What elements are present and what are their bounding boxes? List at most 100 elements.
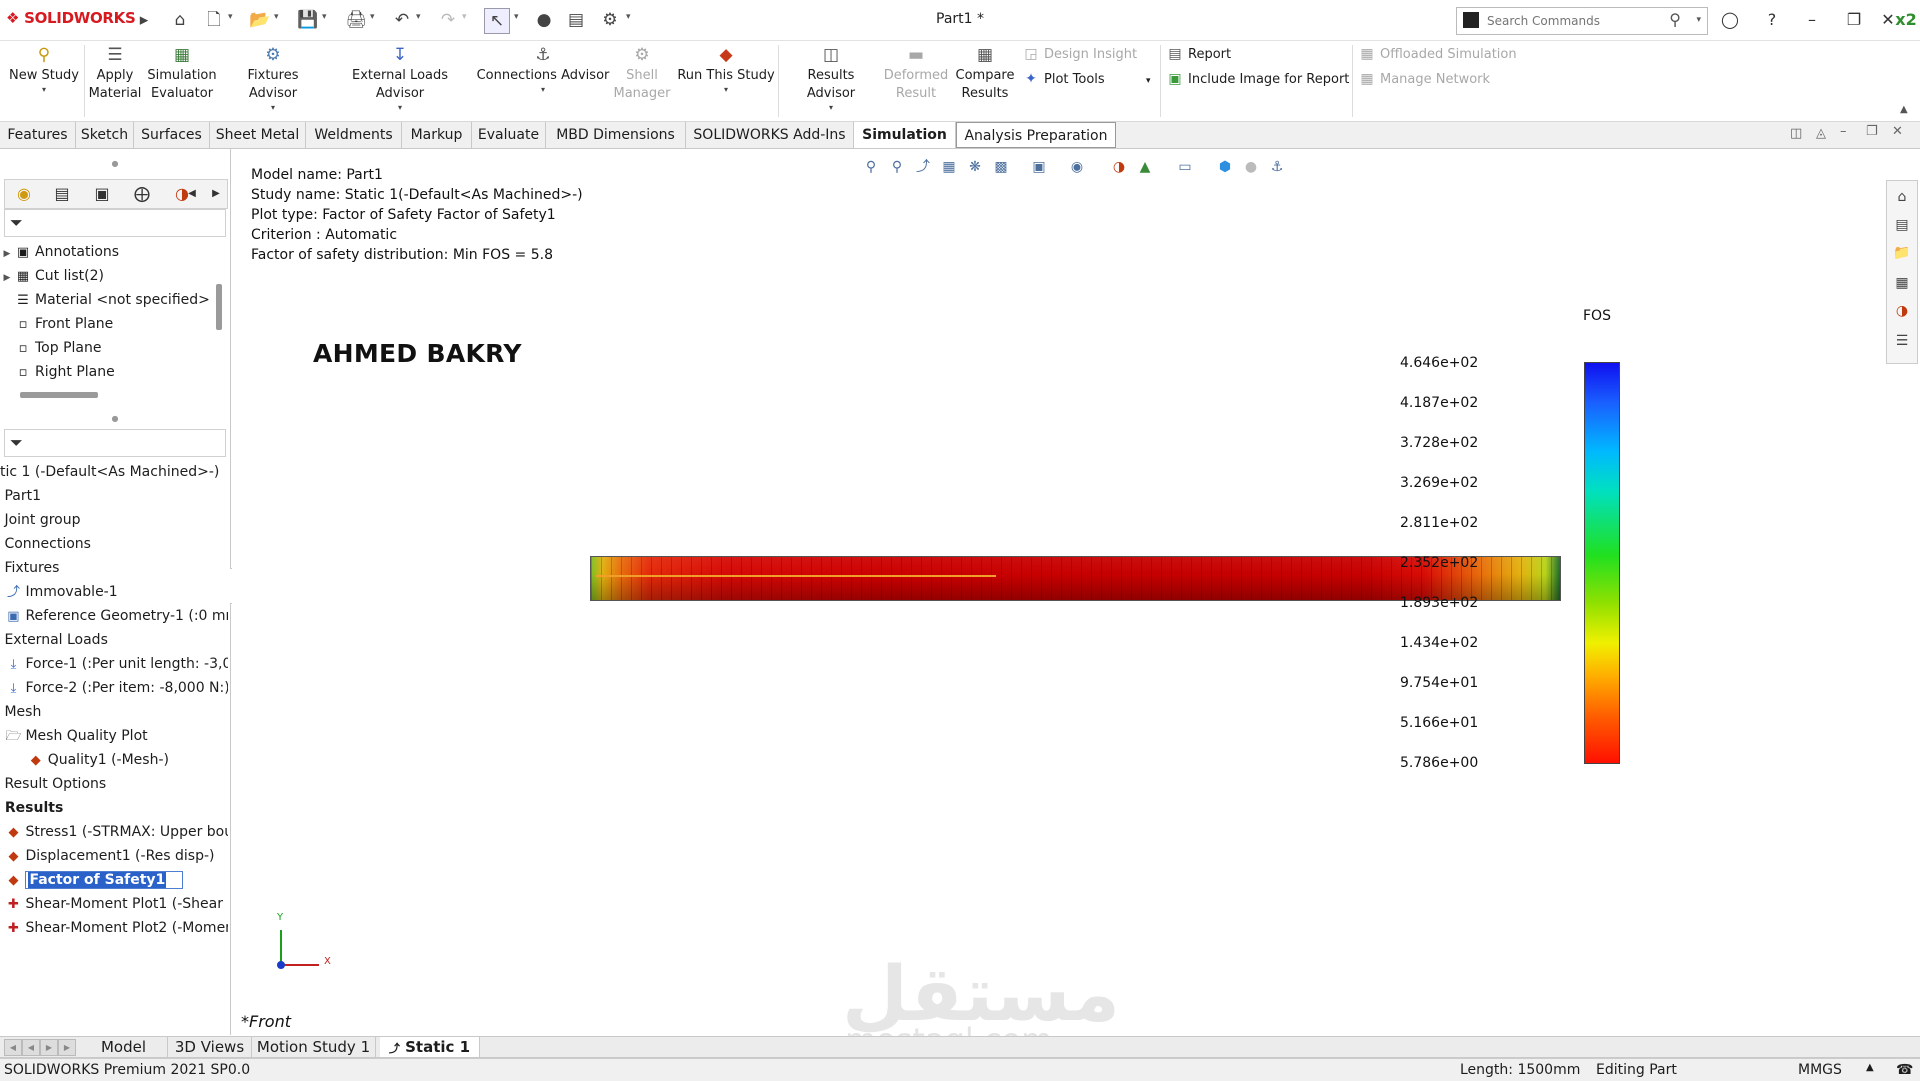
tree-item-connections[interactable]: Connections xyxy=(0,532,228,556)
apply-material-button[interactable]: ☰ Apply Material xyxy=(88,43,142,103)
tab-next-icon[interactable]: ▶ xyxy=(40,1039,58,1056)
realview-icon[interactable]: ● xyxy=(1240,156,1262,178)
design-library-icon[interactable]: ▤ xyxy=(1891,213,1913,237)
appearances-icon[interactable]: ◑ xyxy=(1891,299,1913,323)
doc-minimize-icon[interactable]: – xyxy=(1840,124,1847,139)
tree-item-stress1[interactable]: ◆ Stress1 (-STRMAX: Upper boun xyxy=(0,820,228,844)
tile-right-icon[interactable]: ◬ xyxy=(1816,126,1826,141)
cube-view-icon[interactable]: ⬢ xyxy=(1214,156,1236,178)
custom-properties-icon[interactable]: ☰ xyxy=(1891,329,1913,353)
tree-item-mesh-quality-plot[interactable]: 🗁 Mesh Quality Plot xyxy=(0,724,228,748)
tree-item-immovable-1[interactable]: ⤴ Immovable-1 xyxy=(0,580,228,604)
shell-manager-button[interactable]: ⚙ Shell Manager xyxy=(612,43,672,103)
tab-last-icon[interactable]: ▶ xyxy=(58,1039,76,1056)
deformed-result-button[interactable]: ▬ Deformed Result xyxy=(882,43,950,103)
property-manager-tab-icon[interactable]: ▤ xyxy=(47,182,77,206)
tree-item-joint-group[interactable]: Joint group xyxy=(0,508,228,532)
tree-item-cut-list[interactable]: ▶ ▦ Cut list(2) xyxy=(0,264,214,288)
plot-tools-button[interactable]: ✦ Plot Tools xyxy=(1022,70,1105,89)
plot-tools-dropdown-icon[interactable]: ▾ xyxy=(1146,72,1151,90)
home-icon[interactable]: ⌂ xyxy=(1891,185,1913,209)
tab-markup[interactable]: Markup xyxy=(402,122,472,148)
tree-item-result-options[interactable]: Result Options xyxy=(0,772,228,796)
panel-splitter-middle[interactable]: ● xyxy=(0,415,230,423)
simulation-evaluator-button[interactable]: ▦ Simulation Evaluator xyxy=(144,43,220,103)
tree-item-displacement1[interactable]: ◆ Displacement1 (-Res disp-) xyxy=(0,844,228,868)
design-insight-button[interactable]: ◲ Design Insight xyxy=(1022,45,1137,64)
fixtures-advisor-button[interactable]: ⚙ Fixtures Advisor ▾ xyxy=(222,43,324,113)
file-explorer-icon[interactable]: 📁 xyxy=(1891,241,1913,265)
tree-item-right-plane[interactable]: ▫ Right Plane xyxy=(0,360,214,384)
tree-item-part1[interactable]: Part1 xyxy=(0,484,228,508)
previous-view-icon[interactable]: ⤴ xyxy=(912,156,934,178)
doc-close-icon[interactable]: ✕ xyxy=(1892,124,1903,139)
tab-surfaces[interactable]: Surfaces xyxy=(134,122,210,148)
hide-show-items-icon[interactable]: ◉ xyxy=(1066,156,1088,178)
tree-item-shear-moment-plot1[interactable]: ✚ Shear-Moment Plot1 (-Shear Fo xyxy=(0,892,228,916)
tab-prev-icon[interactable]: ◀ xyxy=(22,1039,40,1056)
tab-motion-study-1[interactable]: Motion Study 1 xyxy=(252,1037,376,1057)
expand-arrow-icon[interactable]: ▶ xyxy=(0,242,14,264)
tab-analysis-preparation[interactable]: Analysis Preparation xyxy=(956,122,1116,148)
tile-left-icon[interactable]: ◫ xyxy=(1790,126,1802,141)
notifications-icon[interactable]: ☎ xyxy=(1896,1062,1913,1078)
search-dropdown-icon[interactable]: ▾ xyxy=(1696,15,1701,25)
section-view-icon[interactable]: ▦ xyxy=(938,156,960,178)
apply-scene-icon[interactable]: ▲ xyxy=(1134,156,1156,178)
feature-tree-hscrollbar[interactable] xyxy=(20,392,98,398)
tab-static-1[interactable]: ⤴ Static 1 xyxy=(380,1037,480,1057)
tree-item-annotations[interactable]: ▶ ▣ Annotations xyxy=(0,240,214,264)
tree-item-quality1[interactable]: ◆ Quality1 (-Mesh-) xyxy=(0,748,228,772)
run-this-study-button[interactable]: ◆ Run This Study ▾ xyxy=(676,43,776,95)
help-icon[interactable]: ? xyxy=(1758,8,1786,32)
search-commands-box[interactable]: ⚲ ▾ xyxy=(1456,7,1708,35)
edit-appearance-icon[interactable]: ◑ xyxy=(1108,156,1130,178)
panel-splitter-top[interactable]: ● xyxy=(0,160,230,168)
tab-features[interactable]: Features xyxy=(0,122,76,148)
study-tree-filter[interactable]: ⏷ xyxy=(4,429,226,457)
search-source-icon[interactable] xyxy=(1463,12,1479,28)
run-study-dropdown-icon[interactable]: ▾ xyxy=(676,85,776,95)
zoom-to-area-icon[interactable]: ⚲ xyxy=(886,156,908,178)
tab-scroll-right-icon[interactable]: ▶ xyxy=(209,182,223,206)
tree-item-study[interactable]: tic 1 (-Default<As Machined>-) xyxy=(0,460,228,484)
fixtures-dropdown-icon[interactable]: ▾ xyxy=(222,103,324,113)
orientation-anchor-icon[interactable]: ⚓ xyxy=(1266,156,1288,178)
tree-item-mesh[interactable]: Mesh xyxy=(0,700,228,724)
view-orientation-icon[interactable]: ▩ xyxy=(990,156,1012,178)
tab-model[interactable]: Model xyxy=(80,1037,168,1057)
tab-scroll-left-icon[interactable]: ◀ xyxy=(185,182,199,206)
tree-item-front-plane[interactable]: ▫ Front Plane xyxy=(0,312,214,336)
graphics-viewport[interactable]: Model name: Part1 Study name: Static 1(-… xyxy=(232,149,1892,1059)
tab-mbd-dimensions[interactable]: MBD Dimensions xyxy=(546,122,686,148)
expand-arrow-icon[interactable]: ▶ xyxy=(0,266,14,288)
tab-solidworks-add-ins[interactable]: SOLIDWORKS Add-Ins xyxy=(686,122,854,148)
tree-item-force-1[interactable]: ⤓ Force-1 (:Per unit length: -3,000 xyxy=(0,652,228,676)
dimxpert-tab-icon[interactable]: ⨁ xyxy=(127,182,157,206)
fos-color-legend[interactable] xyxy=(1584,362,1620,764)
view-settings-icon[interactable]: ▭ xyxy=(1174,156,1196,178)
tab-sheet-metal[interactable]: Sheet Metal xyxy=(210,122,306,148)
configuration-manager-tab-icon[interactable]: ▣ xyxy=(87,182,117,206)
display-style-icon[interactable]: ▣ xyxy=(1028,156,1050,178)
tab-simulation[interactable]: Simulation xyxy=(854,122,956,148)
report-button[interactable]: ▤ Report xyxy=(1166,45,1231,64)
tree-item-factor-of-safety1[interactable]: ◆ Factor of Safety1 xyxy=(0,868,228,892)
zoom-to-fit-icon[interactable]: ⚲ xyxy=(860,156,882,178)
tab-weldments[interactable]: Weldments xyxy=(306,122,402,148)
tree-item-top-plane[interactable]: ▫ Top Plane xyxy=(0,336,214,360)
restore-icon[interactable]: ❐ xyxy=(1840,8,1868,32)
results-advisor-dropdown-icon[interactable]: ▾ xyxy=(782,103,880,113)
tree-item-external-loads[interactable]: External Loads xyxy=(0,628,228,652)
manage-network-button[interactable]: ▦ Manage Network xyxy=(1358,70,1490,89)
tab-evaluate[interactable]: Evaluate xyxy=(472,122,546,148)
tree-item-shear-moment-plot2[interactable]: ✚ Shear-Moment Plot2 (-Momen xyxy=(0,916,228,940)
compare-results-button[interactable]: ▦ Compare Results xyxy=(952,43,1018,103)
new-study-dropdown-icon[interactable]: ▾ xyxy=(6,85,82,95)
rename-field[interactable]: Factor of Safety1 xyxy=(25,871,183,889)
external-loads-dropdown-icon[interactable]: ▾ xyxy=(328,103,472,113)
external-loads-advisor-button[interactable]: ↧ External Loads Advisor ▾ xyxy=(328,43,472,113)
minimize-icon[interactable]: – xyxy=(1798,8,1826,32)
feature-tree-filter[interactable]: ⏷ xyxy=(4,209,226,237)
connections-dropdown-icon[interactable]: ▾ xyxy=(476,85,610,95)
